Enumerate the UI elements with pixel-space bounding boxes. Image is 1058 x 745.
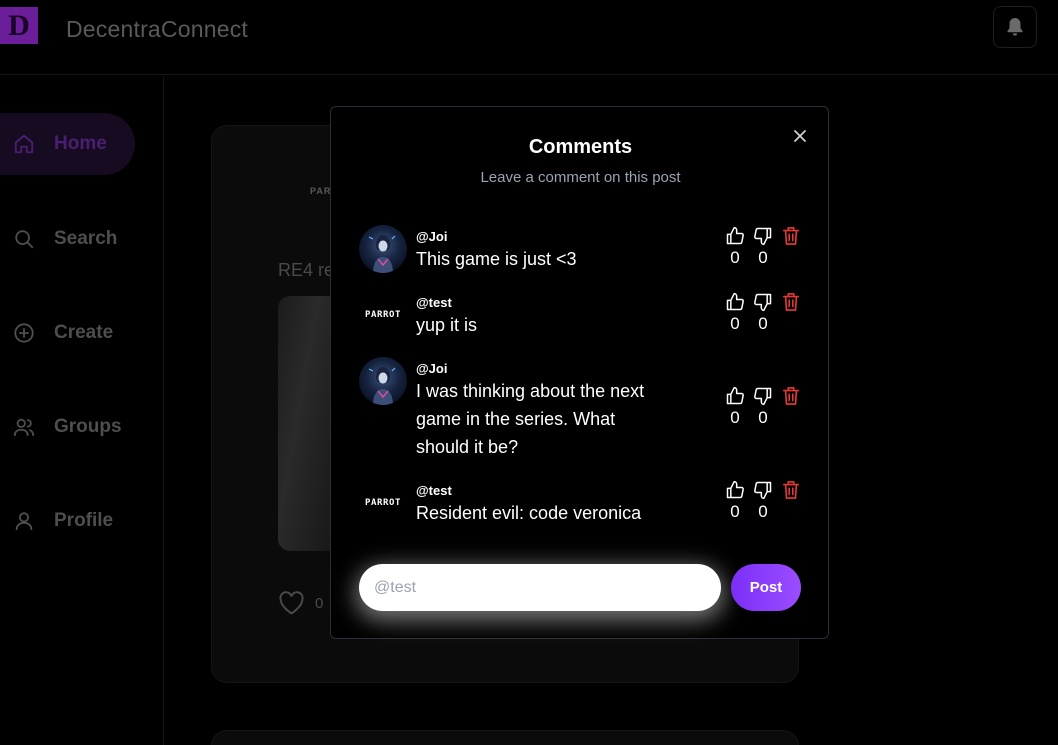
character-avatar-icon [368, 367, 396, 405]
like-count: 0 [730, 314, 740, 333]
post-card [211, 730, 799, 745]
thumbs-up-icon [726, 292, 744, 311]
sidebar-item-label: Profile [54, 510, 114, 531]
comment-actions: 0 0 [724, 479, 804, 527]
home-icon [12, 132, 36, 156]
delete-button[interactable] [780, 385, 802, 407]
dislike-button[interactable] [752, 385, 774, 407]
trash-icon [782, 227, 800, 245]
like-button[interactable] [724, 291, 746, 313]
dislike-count: 0 [758, 408, 768, 427]
user-icon [12, 509, 36, 533]
comment-actions: 0 0 [724, 291, 804, 339]
trash-icon [782, 293, 800, 311]
sidebar-item-profile[interactable]: Profile [0, 490, 113, 552]
sidebar-item-label: Create [54, 322, 114, 343]
like-count: 0 [315, 594, 324, 612]
delete-button[interactable] [780, 225, 802, 247]
heart-icon[interactable] [278, 591, 305, 615]
thumbs-up-icon [726, 386, 744, 405]
modal-subtitle: Leave a comment on this post [480, 169, 681, 186]
top-bar: D DecentraConnect [0, 0, 1058, 75]
thumbs-down-icon [754, 387, 772, 406]
comments-modal: Comments Leave a comment on this post @J… [330, 106, 829, 639]
delete-button[interactable] [780, 291, 802, 313]
notifications-button[interactable] [993, 6, 1037, 48]
app-logo[interactable]: D [0, 7, 38, 44]
post-button[interactable]: Post [731, 564, 801, 611]
comment-input[interactable] [359, 564, 721, 611]
like-button[interactable] [724, 385, 746, 407]
bell-icon [1007, 18, 1023, 36]
comment-text: This game is just <3 [416, 249, 577, 269]
sidebar: Home Search Create Groups Profile [0, 76, 164, 745]
comment-text: I was thinking about the next game in th… [416, 381, 645, 457]
dislike-button[interactable] [752, 479, 774, 501]
search-icon [12, 227, 36, 251]
thumbs-down-icon [754, 293, 772, 312]
character-avatar-icon [368, 235, 396, 273]
comment-username[interactable]: @test [416, 483, 452, 498]
post-title: RE4 re [278, 260, 335, 280]
thumbs-down-icon [754, 227, 772, 246]
trash-icon [782, 481, 800, 499]
dislike-count: 0 [758, 248, 768, 267]
sidebar-item-label: Home [54, 133, 107, 154]
comment-actions: 0 0 [724, 225, 804, 273]
comment-username[interactable]: @Joi [416, 361, 447, 376]
like-count: 0 [730, 502, 740, 521]
like-count: 0 [730, 248, 740, 267]
avatar[interactable]: PARROT [359, 291, 407, 339]
modal-title: Comments [528, 136, 633, 158]
sidebar-item-label: Search [54, 228, 118, 249]
plus-circle-icon [12, 321, 36, 345]
sidebar-item-create[interactable]: Create [0, 302, 113, 364]
thumbs-up-icon [726, 480, 744, 499]
post-like: 0 [278, 591, 323, 615]
avatar[interactable]: PARROT [359, 479, 407, 527]
users-icon [12, 415, 36, 439]
sidebar-item-home[interactable]: Home [0, 113, 135, 175]
like-button[interactable] [724, 479, 746, 501]
comment-username[interactable]: @test [416, 295, 452, 310]
avatar[interactable] [359, 357, 407, 405]
like-button[interactable] [724, 225, 746, 247]
like-count: 0 [730, 408, 740, 427]
thumbs-down-icon [754, 481, 772, 500]
app-title[interactable]: DecentraConnect [66, 16, 248, 43]
dislike-count: 0 [758, 314, 768, 333]
trash-icon [782, 387, 800, 405]
dislike-count: 0 [758, 502, 768, 521]
sidebar-item-label: Groups [54, 416, 122, 437]
sidebar-item-search[interactable]: Search [0, 208, 117, 270]
dislike-button[interactable] [752, 225, 774, 247]
comment-text: yup it is [416, 315, 478, 335]
delete-button[interactable] [780, 479, 802, 501]
sidebar-item-groups[interactable]: Groups [0, 396, 122, 458]
comment-text: Resident evil: code veronica [416, 503, 642, 523]
avatar[interactable] [359, 225, 407, 273]
comment-actions: 0 0 [724, 385, 804, 433]
dislike-button[interactable] [752, 291, 774, 313]
thumbs-up-icon [726, 226, 744, 245]
comment-username[interactable]: @Joi [416, 229, 447, 244]
